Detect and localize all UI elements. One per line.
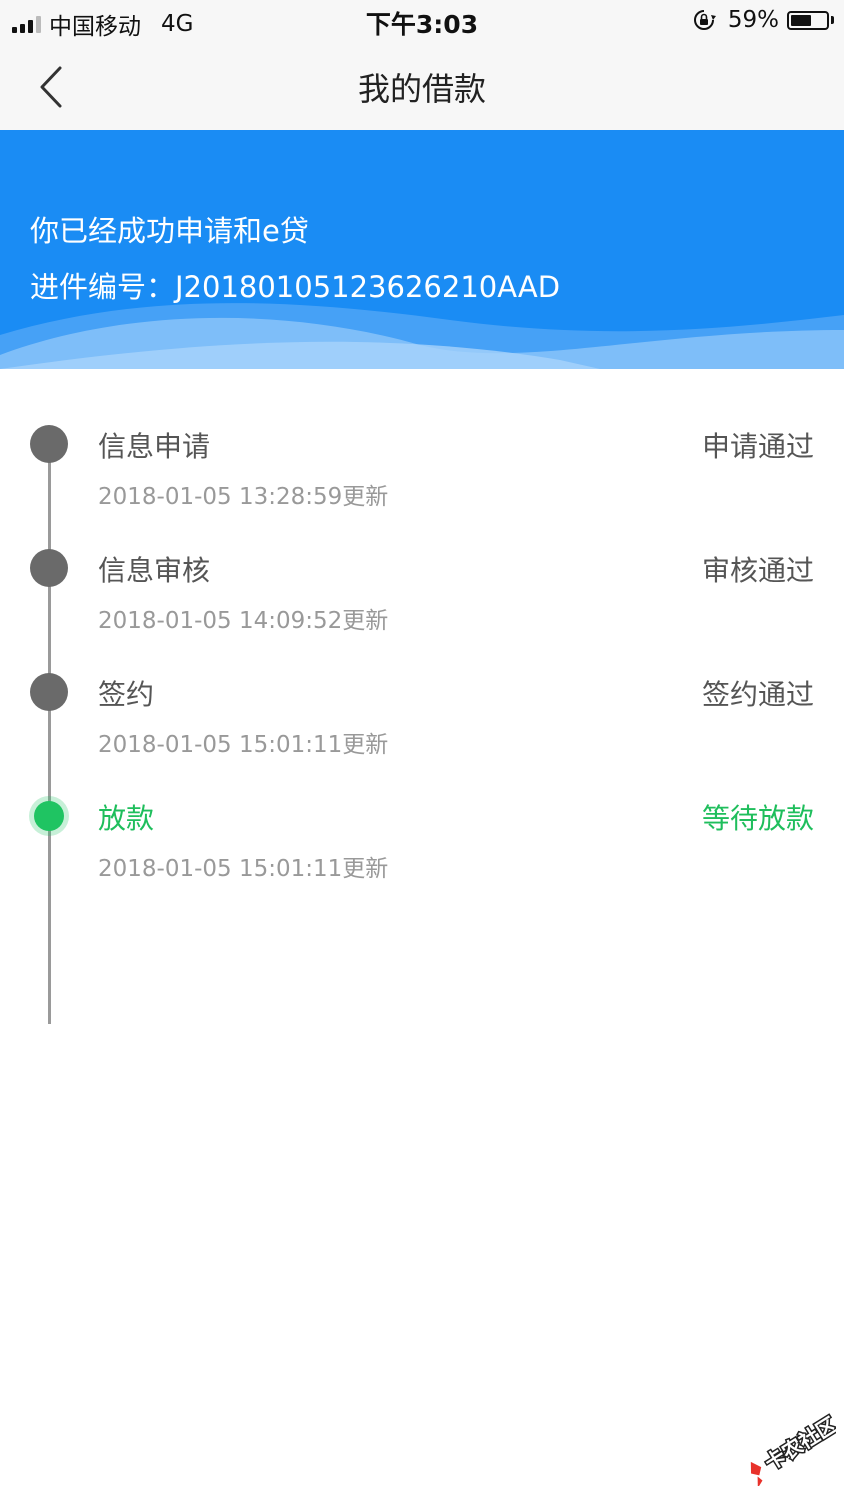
navigation-bar: 我的借款 bbox=[0, 44, 844, 130]
timeline-step: 信息申请 2018-01-05 13:28:59更新 申请通过 bbox=[0, 369, 844, 510]
step-status: 审核通过 bbox=[701, 554, 814, 587]
application-number: 进件编号：J20180105123626210AAD bbox=[30, 270, 561, 304]
step-dot-icon bbox=[30, 673, 68, 711]
battery-percent: 59% bbox=[727, 7, 779, 33]
banner-success-text: 你已经成功申请和e贷 bbox=[30, 214, 309, 248]
step-dot-icon bbox=[30, 425, 68, 463]
timeline-step: 信息审核 2018-01-05 14:09:52更新 审核通过 bbox=[0, 493, 844, 634]
step-title: 信息申请 bbox=[98, 430, 211, 463]
step-dot-icon bbox=[30, 549, 68, 587]
svg-text:卡农社区: 卡农社区 bbox=[760, 1412, 836, 1475]
step-title: 放款 bbox=[98, 802, 155, 835]
step-status: 申请通过 bbox=[701, 430, 814, 463]
step-title: 签约 bbox=[98, 678, 155, 711]
step-status: 签约通过 bbox=[701, 678, 814, 711]
step-time: 2018-01-05 15:01:11更新 bbox=[98, 856, 389, 882]
page-title: 我的借款 bbox=[357, 70, 486, 108]
rotation-lock-icon bbox=[693, 10, 716, 30]
battery-icon bbox=[787, 10, 834, 30]
step-status: 等待放款 bbox=[701, 802, 814, 835]
loan-banner: 你已经成功申请和e贷 进件编号：J20180105123626210AAD bbox=[0, 130, 844, 369]
timeline-step: 签约 2018-01-05 15:01:11更新 签约通过 bbox=[0, 617, 844, 758]
step-title: 信息审核 bbox=[98, 554, 211, 587]
watermark-logo-icon: 卡农社区 bbox=[750, 1411, 836, 1486]
status-bar: 中国移动 4G 下午3:03 59% bbox=[0, 0, 844, 44]
timeline-step-current: 放款 2018-01-05 15:01:11更新 等待放款 bbox=[0, 741, 844, 882]
step-active-dot-icon bbox=[34, 801, 64, 831]
